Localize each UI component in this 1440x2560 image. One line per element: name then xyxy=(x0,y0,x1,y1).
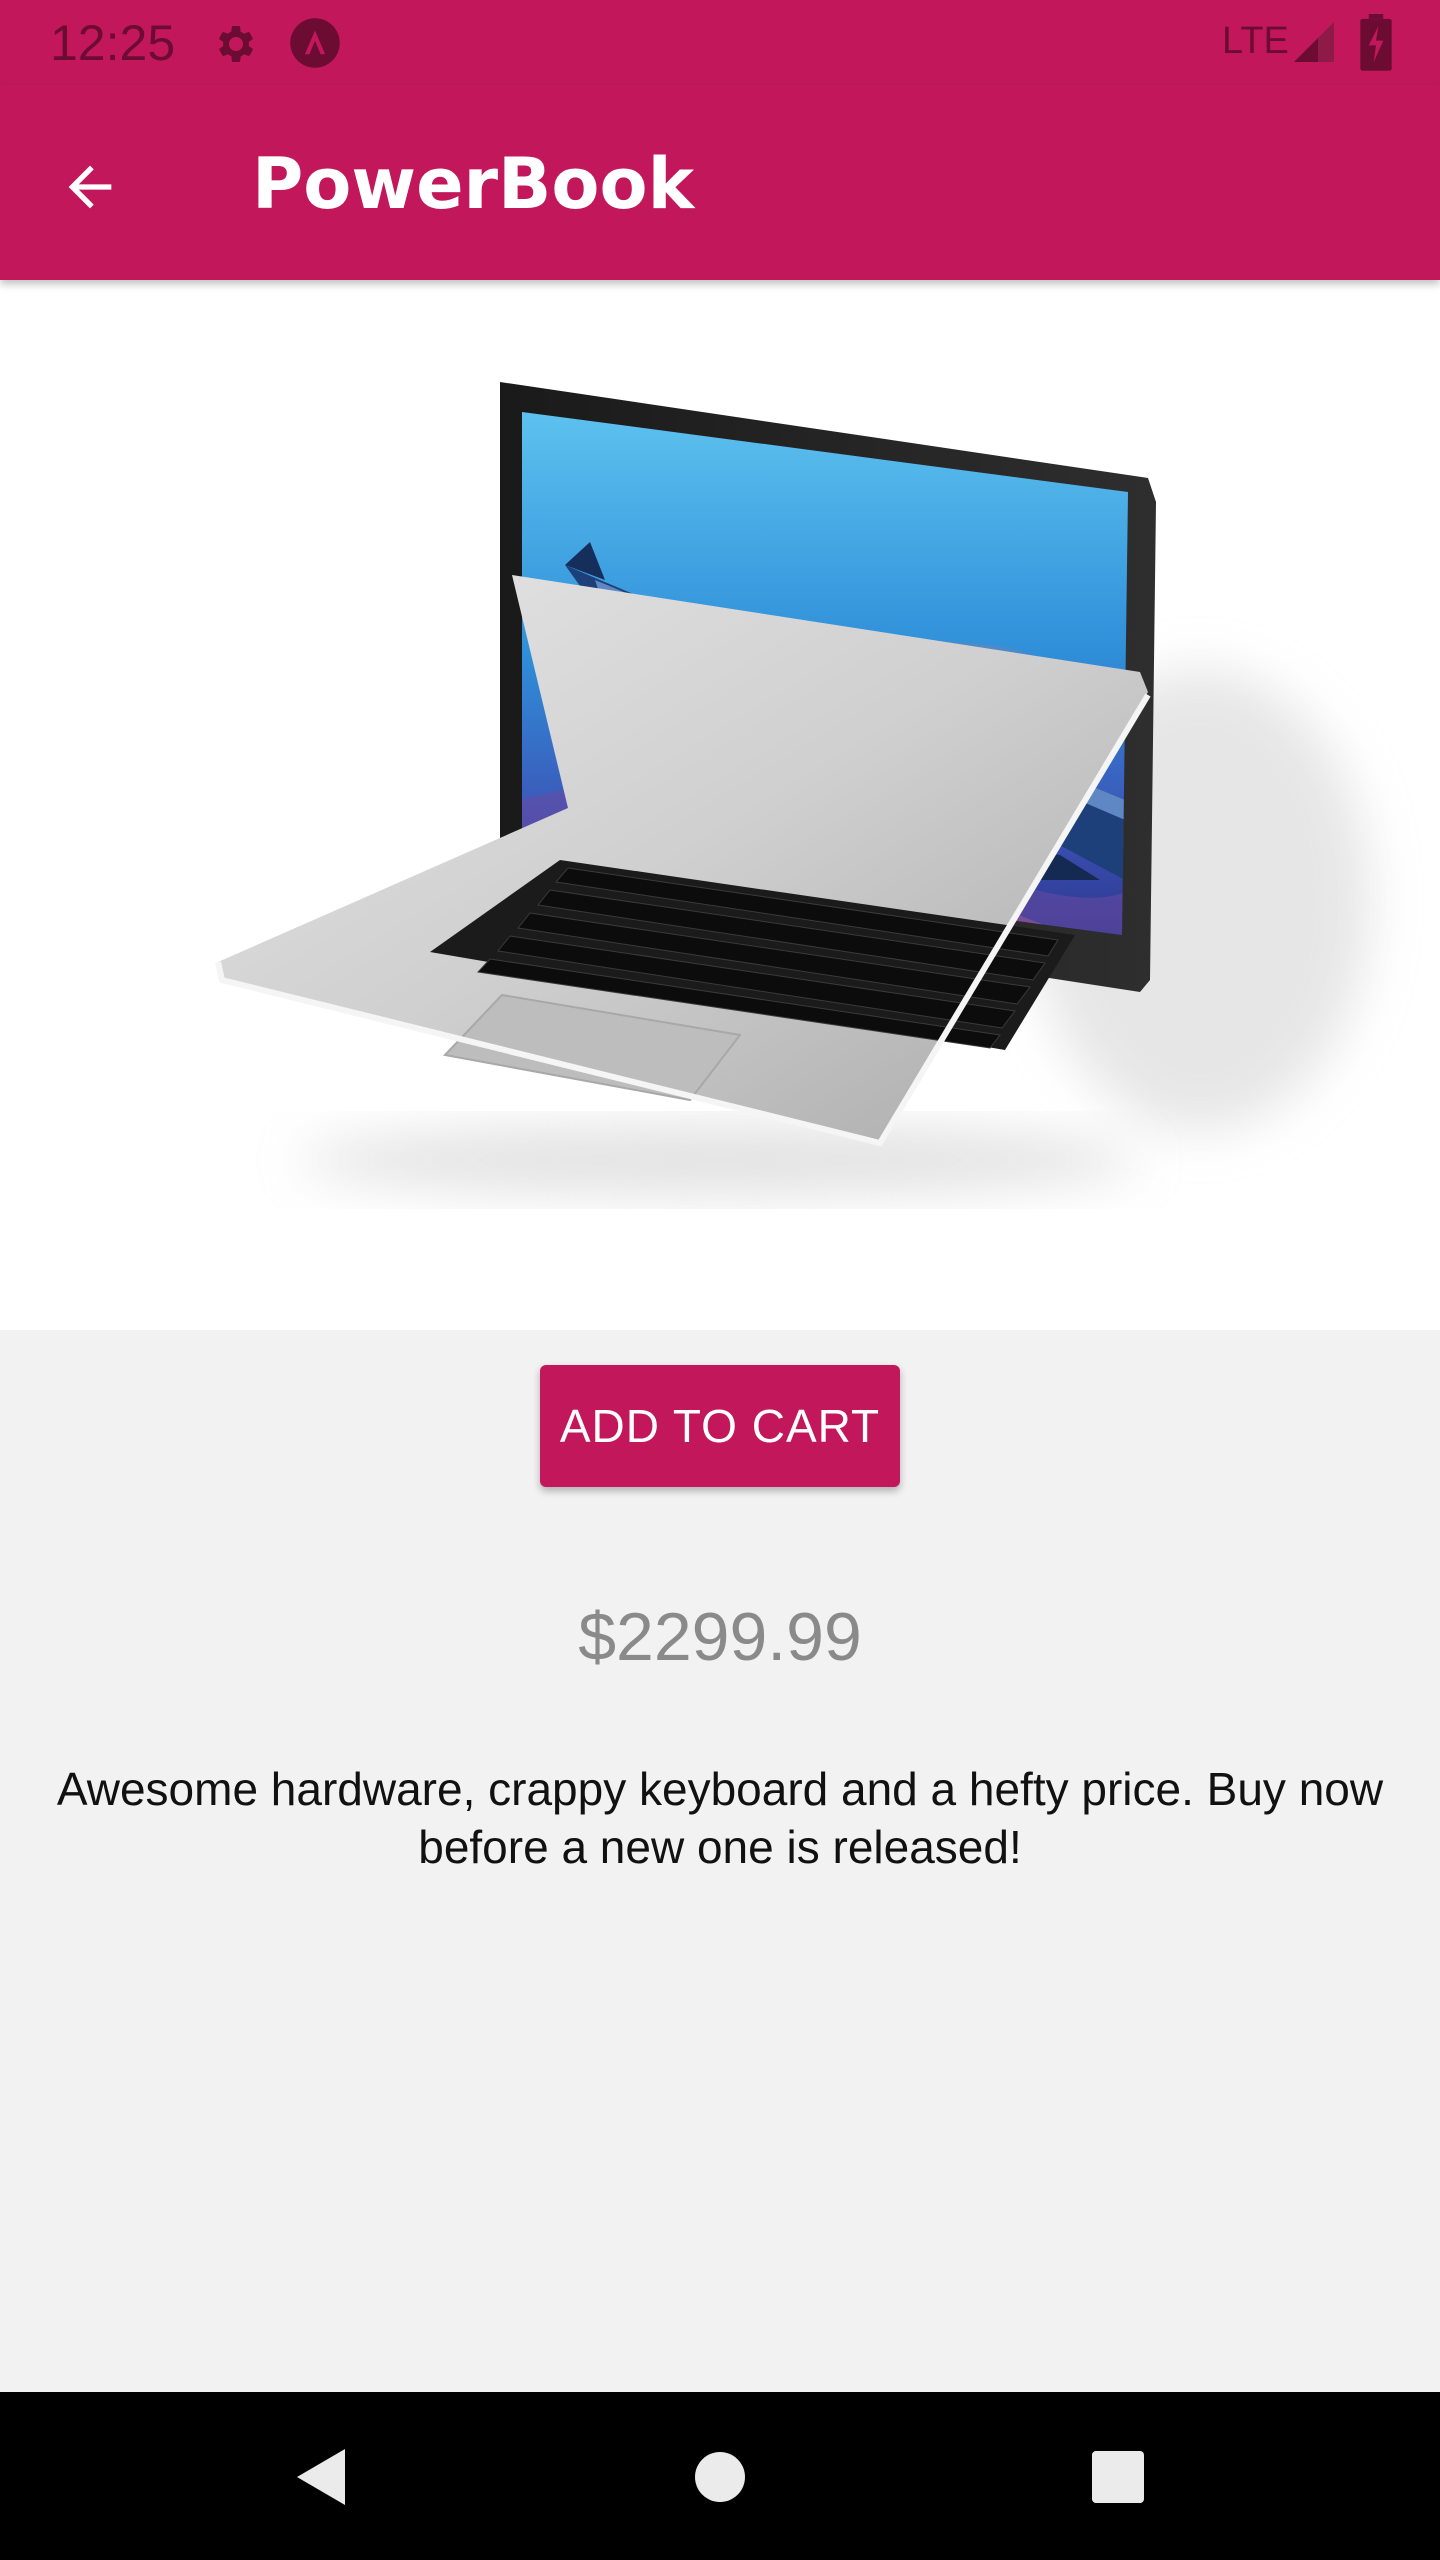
app-notification-icon xyxy=(290,18,340,68)
nav-home-icon xyxy=(695,2452,745,2502)
nav-recents-button[interactable] xyxy=(1073,2432,1163,2522)
nav-home-button[interactable] xyxy=(675,2432,765,2522)
product-details: ADD TO CART $2299.99 Awesome hardware, c… xyxy=(0,1330,1440,2392)
page-title: PowerBook xyxy=(252,143,695,225)
product-description: Awesome hardware, crappy keyboard and a … xyxy=(56,1763,1384,1873)
status-bar: 12:25 LTE xyxy=(0,0,1440,85)
system-nav-bar xyxy=(0,2392,1440,2560)
nav-back-icon xyxy=(297,2449,345,2505)
nav-recents-icon xyxy=(1092,2451,1144,2503)
arrow-back-icon xyxy=(68,165,112,209)
add-to-cart-button[interactable]: ADD TO CART xyxy=(540,1365,900,1487)
nav-back-button[interactable] xyxy=(276,2432,366,2522)
product-price: $2299.99 xyxy=(578,1599,862,1675)
battery-charging-icon xyxy=(1360,14,1392,71)
product-image-area xyxy=(0,280,1440,1330)
status-time: 12:25 xyxy=(50,15,176,71)
back-button[interactable] xyxy=(40,137,140,237)
laptop-product-image xyxy=(215,382,1370,1195)
signal-icon xyxy=(1294,22,1334,62)
app-bar: PowerBook xyxy=(0,85,1440,280)
status-network: LTE xyxy=(1222,20,1289,62)
gear-icon xyxy=(218,26,254,62)
